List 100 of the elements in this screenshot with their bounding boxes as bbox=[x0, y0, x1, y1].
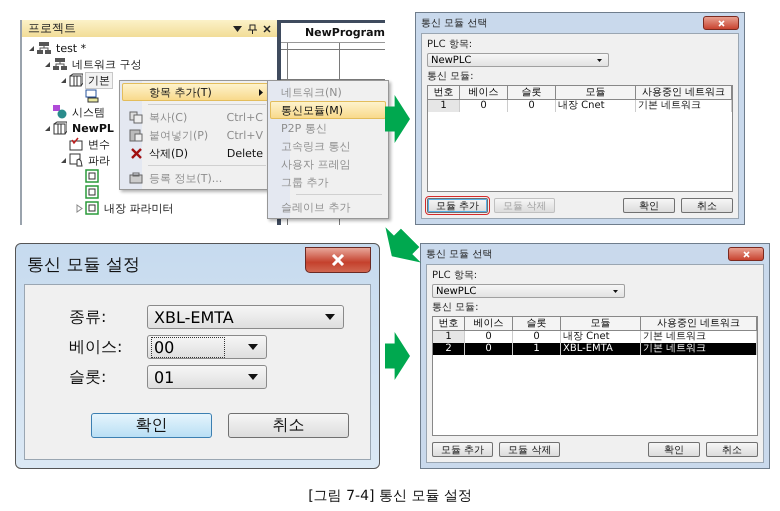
dropdown-icon[interactable] bbox=[232, 26, 242, 32]
dialog-button[interactable]: 확인 bbox=[91, 413, 212, 438]
device-icon bbox=[85, 89, 99, 103]
parameter-icon bbox=[85, 169, 99, 183]
system-icon bbox=[53, 105, 67, 119]
shortcut-label: Ctrl+C bbox=[226, 110, 263, 124]
column-header[interactable]: 모듈 bbox=[561, 317, 641, 331]
shortcut-label: Ctrl+V bbox=[226, 128, 263, 142]
menu-item-label: 항목 추가(T) bbox=[149, 84, 213, 100]
expanded-arrow-icon[interactable] bbox=[44, 60, 51, 68]
tree-item[interactable]: 내장 파라미터 bbox=[101, 200, 176, 216]
close-button[interactable] bbox=[703, 16, 739, 30]
parameter-icon bbox=[85, 201, 99, 215]
caret-icon bbox=[597, 58, 602, 62]
field-label: 통신 모듈: bbox=[432, 301, 480, 314]
menu-item-label: 등록 정보(T)... bbox=[149, 170, 224, 186]
column-header[interactable]: 슬롯 bbox=[513, 317, 561, 331]
field-label: PLC 항목: bbox=[427, 38, 474, 51]
network-icon bbox=[53, 57, 67, 71]
right-arrow-icon bbox=[385, 94, 410, 144]
dialog-button[interactable]: 모듈 추가 bbox=[432, 442, 494, 457]
parameter-icon bbox=[85, 185, 99, 199]
tree-item[interactable]: 시스템 bbox=[69, 104, 108, 120]
module-icon bbox=[53, 121, 67, 135]
dialog-button[interactable]: 취소 bbox=[681, 198, 733, 213]
dialog-button[interactable]: 확인 bbox=[648, 442, 700, 457]
field-label: 베이스: bbox=[69, 336, 124, 358]
expanded-arrow-icon[interactable] bbox=[28, 44, 35, 52]
field-label: 슬롯: bbox=[69, 366, 108, 388]
menu-item-label: 붙여넣기(P) bbox=[149, 128, 210, 142]
right-arrow-icon bbox=[385, 331, 410, 381]
expanded-arrow-icon[interactable] bbox=[60, 76, 67, 84]
dialog-button[interactable]: 모듈 추가 bbox=[427, 198, 488, 213]
column-header[interactable]: 모듈 bbox=[556, 86, 636, 100]
tree-item[interactable]: test * bbox=[53, 40, 90, 56]
close-button[interactable] bbox=[728, 247, 764, 261]
tree-item[interactable]: 기본 bbox=[85, 72, 113, 88]
tree-item[interactable]: NewPL bbox=[69, 120, 117, 136]
tree-item[interactable]: 파라 bbox=[85, 152, 113, 168]
dropdown-field[interactable]: 00 bbox=[147, 335, 267, 359]
shortcut-label: Delete bbox=[226, 146, 263, 160]
dialog-button[interactable]: 취소 bbox=[706, 442, 758, 457]
figure-caption: [그림 7-4] 통신 모듈 설정 bbox=[307, 487, 473, 506]
menu-item[interactable]: 항목 추가(T) bbox=[122, 83, 270, 101]
expanded-arrow-icon[interactable] bbox=[44, 124, 51, 132]
collapsed-arrow-icon[interactable] bbox=[76, 204, 83, 212]
properties-icon bbox=[129, 172, 143, 184]
tree-item[interactable]: 네트워크 구성 bbox=[69, 56, 144, 72]
field-label: 종류: bbox=[69, 306, 108, 328]
table-cell: 내장 Cnet bbox=[561, 331, 641, 343]
editor-tab[interactable]: NewProgram bbox=[280, 23, 385, 42]
field-label: 통신 모듈: bbox=[427, 70, 475, 83]
menu-item[interactable]: 통신모듈(M) bbox=[270, 101, 386, 119]
dialog-title: 통신 모듈 설정 bbox=[26, 254, 140, 276]
dialog-button[interactable]: 모듈 삭제 bbox=[499, 442, 560, 457]
close-button[interactable] bbox=[305, 247, 371, 273]
plc-dropdown[interactable]: NewPLC bbox=[427, 53, 609, 67]
column-header[interactable]: 사용중인 네트워크 bbox=[641, 317, 757, 331]
caret-icon bbox=[613, 290, 618, 292]
delete-icon bbox=[130, 146, 142, 160]
table-cell: 1 bbox=[513, 343, 561, 355]
table-cell: 0 bbox=[465, 343, 513, 355]
module-icon bbox=[69, 73, 83, 87]
column-header[interactable]: 사용중인 네트워크 bbox=[636, 86, 732, 100]
caret-icon bbox=[325, 314, 335, 320]
paste-icon bbox=[129, 128, 143, 142]
dialog-title: 통신 모듈 선택 bbox=[426, 248, 492, 261]
column-header[interactable]: 베이스 bbox=[465, 317, 513, 331]
column-header[interactable]: 슬롯 bbox=[508, 86, 556, 100]
menu-item-label: 삭제(D) bbox=[149, 146, 190, 160]
dropdown-field[interactable]: 01 bbox=[147, 365, 267, 389]
table-cell: 기본 네트워크 bbox=[641, 343, 757, 355]
close-icon[interactable] bbox=[262, 24, 271, 32]
expanded-arrow-icon[interactable] bbox=[60, 156, 67, 164]
table-cell: 내장 Cnet bbox=[556, 100, 636, 112]
column-header[interactable]: 베이스 bbox=[460, 86, 508, 100]
network-icon bbox=[37, 41, 51, 55]
close-icon bbox=[331, 254, 345, 266]
parameter-icon bbox=[69, 153, 83, 167]
menu-item-label: 복사(C) bbox=[149, 110, 188, 124]
caret-icon bbox=[248, 374, 258, 380]
panel-title: 프로젝트 bbox=[28, 20, 77, 37]
pin-icon[interactable] bbox=[248, 24, 257, 34]
table-cell: XBL-EMTA bbox=[561, 343, 641, 355]
variable-icon bbox=[69, 137, 83, 151]
dialog-button[interactable]: 확인 bbox=[623, 198, 675, 213]
menu-item[interactable]: 삭제(D) Delete bbox=[122, 144, 270, 162]
dialog-title: 통신 모듈 선택 bbox=[421, 17, 488, 30]
close-icon bbox=[718, 20, 724, 26]
close-icon bbox=[742, 250, 750, 258]
dropdown-field[interactable]: XBL-EMTA bbox=[147, 305, 344, 329]
table-cell: 1 bbox=[428, 100, 460, 112]
field-label: PLC 항목: bbox=[432, 269, 478, 282]
tree-item[interactable]: 변수 bbox=[85, 136, 113, 152]
table-cell: 기본 네트워크 bbox=[641, 331, 757, 343]
column-header[interactable]: 번호 bbox=[428, 86, 460, 100]
plc-dropdown[interactable]: NewPLC bbox=[432, 284, 625, 298]
column-header[interactable]: 번호 bbox=[433, 317, 465, 331]
table-cell: 2 bbox=[433, 343, 465, 355]
dialog-button[interactable]: 취소 bbox=[228, 413, 349, 438]
